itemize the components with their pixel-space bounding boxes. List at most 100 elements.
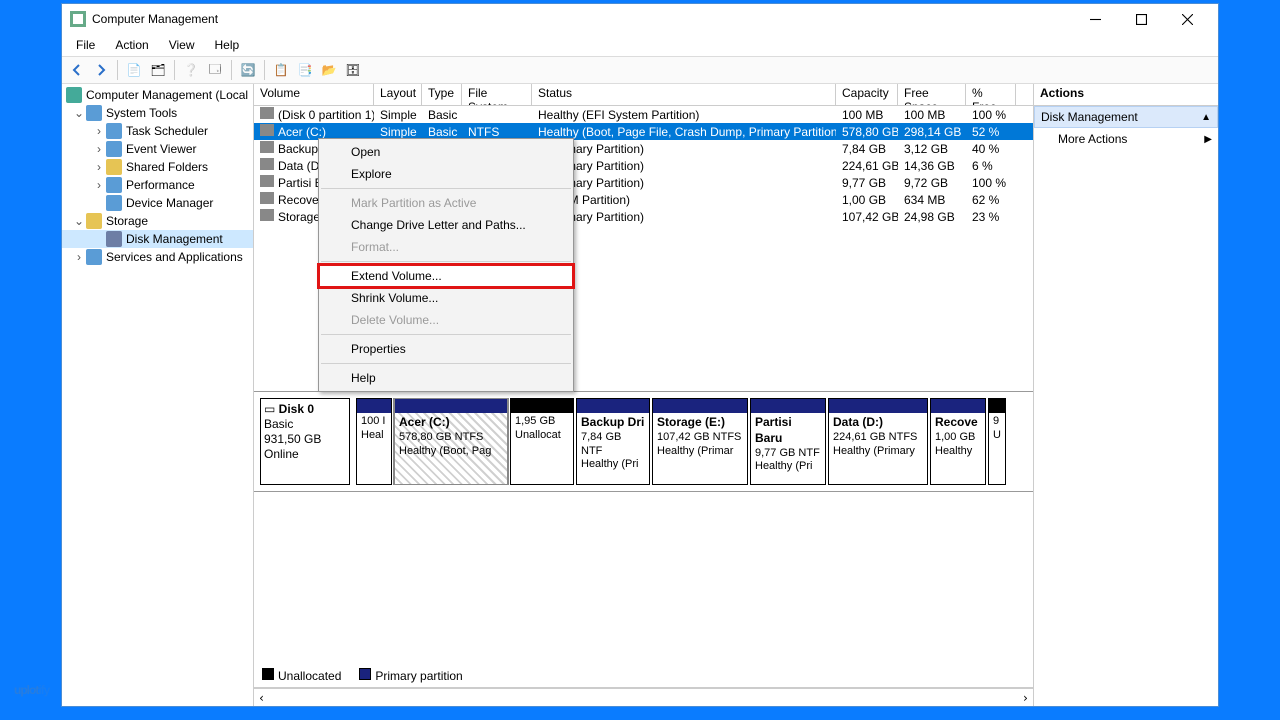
volume-icon: [260, 107, 274, 119]
refresh-button[interactable]: 🔄: [237, 59, 259, 81]
collapse-icon[interactable]: ⌄: [72, 106, 86, 120]
expand-icon[interactable]: ›: [92, 178, 106, 192]
tool-3[interactable]: 📂: [318, 59, 340, 81]
menu-separator: [321, 363, 571, 364]
table-row[interactable]: (Disk 0 partition 1)SimpleBasicHealthy (…: [254, 106, 1033, 123]
tree-performance[interactable]: ›Performance: [62, 176, 253, 194]
empty-area: [254, 492, 1033, 664]
tool-4[interactable]: 🗄: [342, 59, 364, 81]
partition[interactable]: 9U: [988, 398, 1006, 485]
menu-item-format: Format...: [319, 236, 573, 258]
menu-item-change-drive-letter-and-paths[interactable]: Change Drive Letter and Paths...: [319, 214, 573, 236]
context-menu: OpenExploreMark Partition as ActiveChang…: [318, 138, 574, 392]
computer-icon: [66, 87, 82, 103]
legend-unallocated: Unallocated: [262, 668, 341, 683]
menu-item-delete-volume: Delete Volume...: [319, 309, 573, 331]
volume-icon: [260, 141, 274, 153]
expand-icon[interactable]: ›: [92, 160, 106, 174]
menu-item-explore[interactable]: Explore: [319, 163, 573, 185]
expand-icon[interactable]: ›: [72, 250, 86, 264]
storage-icon: [86, 213, 102, 229]
menu-action[interactable]: Action: [107, 36, 156, 54]
menu-item-shrink-volume[interactable]: Shrink Volume...: [319, 287, 573, 309]
col-layout[interactable]: Layout: [374, 84, 422, 105]
col-status[interactable]: Status: [532, 84, 836, 105]
perf-icon: [106, 177, 122, 193]
watermark: uplotify: [14, 656, 49, 704]
swatch-blue: [359, 668, 371, 680]
tools-icon: [86, 105, 102, 121]
tree-device-manager[interactable]: Device Manager: [62, 194, 253, 212]
partition[interactable]: Storage (E:)107,42 GB NTFSHealthy (Prima…: [652, 398, 748, 485]
maximize-button[interactable]: [1118, 4, 1164, 34]
menu-view[interactable]: View: [161, 36, 203, 54]
clock-icon: [106, 123, 122, 139]
action-button[interactable]: 🗔: [204, 59, 226, 81]
tree-pane: Computer Management (Local ⌄System Tools…: [62, 84, 254, 706]
tree-storage[interactable]: ⌄Storage: [62, 212, 253, 230]
table-header: Volume Layout Type File System Status Ca…: [254, 84, 1033, 106]
col-volume[interactable]: Volume: [254, 84, 374, 105]
collapse-icon[interactable]: ⌄: [72, 214, 86, 228]
partition[interactable]: Backup Dri7,84 GB NTFHealthy (Pri: [576, 398, 650, 485]
swatch-black: [262, 668, 274, 680]
forward-button[interactable]: [90, 59, 112, 81]
tree-task-scheduler[interactable]: ›Task Scheduler: [62, 122, 253, 140]
tree-event-viewer[interactable]: ›Event Viewer: [62, 140, 253, 158]
scroll-right-icon[interactable]: ›: [1022, 691, 1029, 705]
tree: Computer Management (Local ⌄System Tools…: [62, 84, 253, 268]
menu-item-open[interactable]: Open: [319, 141, 573, 163]
volume-icon: [260, 192, 274, 204]
disk-type: Basic: [264, 417, 346, 432]
col-filesystem[interactable]: File System: [462, 84, 532, 105]
menu-item-help[interactable]: Help: [319, 367, 573, 389]
col-pctfree[interactable]: % Free: [966, 84, 1016, 105]
actions-disk-management[interactable]: Disk Management▲: [1034, 106, 1218, 128]
partition[interactable]: Data (D:)224,61 GB NTFSHealthy (Primary: [828, 398, 928, 485]
event-icon: [106, 141, 122, 157]
disk-icon-small: ▭ Disk 0: [264, 402, 346, 417]
menu-separator: [321, 261, 571, 262]
menu-item-extend-volume[interactable]: Extend Volume...: [319, 265, 573, 287]
col-capacity[interactable]: Capacity: [836, 84, 898, 105]
expand-icon[interactable]: ›: [92, 142, 106, 156]
services-icon: [86, 249, 102, 265]
disk-size: 931,50 GB: [264, 432, 346, 447]
tree-services[interactable]: ›Services and Applications: [62, 248, 253, 266]
menu-help[interactable]: Help: [207, 36, 248, 54]
tool-1[interactable]: 📋: [270, 59, 292, 81]
partition[interactable]: Recove1,00 GBHealthy: [930, 398, 986, 485]
actions-pane: Actions Disk Management▲ More Actions▶: [1034, 84, 1218, 706]
up-button[interactable]: 📄: [123, 59, 145, 81]
menubar: File Action View Help: [62, 34, 1218, 56]
partition[interactable]: 100 IHeal: [356, 398, 392, 485]
partition[interactable]: 1,95 GBUnallocat: [510, 398, 574, 485]
minimize-button[interactable]: [1072, 4, 1118, 34]
menu-separator: [321, 334, 571, 335]
back-button[interactable]: [66, 59, 88, 81]
partition-row: 100 IHealAcer (C:)578,80 GB NTFSHealthy …: [356, 398, 1027, 485]
partition[interactable]: Acer (C:)578,80 GB NTFSHealthy (Boot, Pa…: [394, 398, 508, 485]
partition[interactable]: Partisi Baru9,77 GB NTFHealthy (Pri: [750, 398, 826, 485]
volume-icon: [260, 175, 274, 187]
help-button[interactable]: ❔: [180, 59, 202, 81]
tree-disk-management[interactable]: Disk Management: [62, 230, 253, 248]
menu-item-properties[interactable]: Properties: [319, 338, 573, 360]
legend: Unallocated Primary partition: [254, 664, 1033, 688]
tree-system-tools[interactable]: ⌄System Tools: [62, 104, 253, 122]
actions-more[interactable]: More Actions▶: [1034, 128, 1218, 150]
disk-info[interactable]: ▭ Disk 0 Basic 931,50 GB Online: [260, 398, 350, 485]
col-freespace[interactable]: Free Space: [898, 84, 966, 105]
menu-file[interactable]: File: [68, 36, 103, 54]
expand-icon[interactable]: ›: [92, 124, 106, 138]
tool-2[interactable]: 📑: [294, 59, 316, 81]
tree-root[interactable]: Computer Management (Local: [62, 86, 253, 104]
col-type[interactable]: Type: [422, 84, 462, 105]
device-icon: [106, 195, 122, 211]
close-button[interactable]: [1164, 4, 1210, 34]
horizontal-scrollbar[interactable]: ‹ ›: [254, 688, 1033, 706]
show-hide-tree-button[interactable]: 🗂: [147, 59, 169, 81]
scroll-left-icon[interactable]: ‹: [258, 691, 265, 705]
chevron-right-icon: ▶: [1204, 134, 1212, 145]
tree-shared-folders[interactable]: ›Shared Folders: [62, 158, 253, 176]
